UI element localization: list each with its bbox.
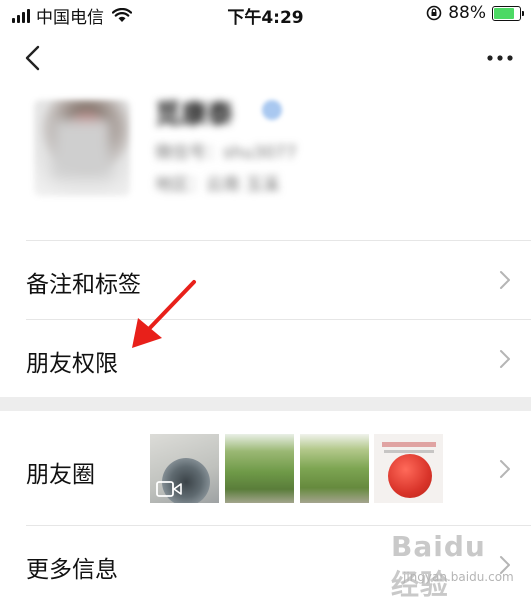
- moments-thumbnail-greenhouse-2[interactable]: [300, 434, 369, 503]
- back-chevron-icon[interactable]: [20, 44, 48, 72]
- moments-thumbnail-video[interactable]: [150, 434, 219, 503]
- chevron-right-icon: [500, 460, 510, 478]
- avatar[interactable]: [34, 100, 130, 196]
- contact-region: 地区：云南 玉溪: [155, 175, 280, 195]
- contact-nickname: 觅康泰: [155, 100, 234, 130]
- row-moments-label: 朋友圈: [26, 462, 95, 488]
- row-permissions-label: 朋友权限: [26, 351, 118, 377]
- battery-percent: 88%: [448, 3, 486, 23]
- watermark-url: jingyan.baidu.com: [403, 570, 514, 584]
- row-more-info-label: 更多信息: [26, 557, 118, 583]
- battery-icon: [492, 5, 524, 21]
- section-separator: [0, 397, 531, 411]
- moments-thumbnail-greenhouse-1[interactable]: [225, 434, 294, 503]
- watermark-logo: Baidu 经验: [391, 530, 486, 601]
- battery-fill: [494, 7, 514, 19]
- status-bar-right: 88%: [426, 3, 524, 23]
- row-friend-permissions[interactable]: 朋友权限: [0, 320, 531, 397]
- annotation-arrow-icon: [132, 280, 196, 348]
- status-bar: 中国电信 下午4:29 88%: [0, 0, 531, 28]
- contact-account-id: 微信号：shu3077: [155, 143, 297, 163]
- chevron-right-icon: [500, 350, 510, 368]
- chevron-right-icon: [500, 271, 510, 289]
- row-remarks-and-tags[interactable]: 备注和标签: [0, 241, 531, 319]
- more-dots-icon[interactable]: [485, 46, 515, 70]
- moments-thumbnail-fertilizer[interactable]: [374, 434, 443, 503]
- baidu-watermark: Baidu 经验 jingyan.baidu.com: [391, 530, 521, 601]
- video-camera-icon: [156, 481, 182, 497]
- gender-badge-icon: [262, 100, 282, 120]
- orientation-lock-icon: [426, 5, 442, 21]
